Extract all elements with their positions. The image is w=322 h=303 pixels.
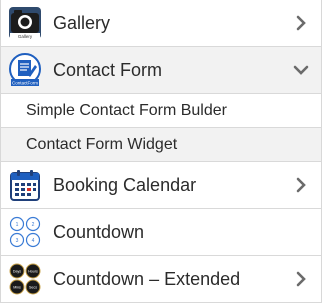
submenu-item-contact-form-widget[interactable]: Contact Form Widget [1, 128, 321, 162]
chevron-right-icon[interactable] [291, 269, 311, 289]
camera-icon: Gallery [8, 6, 42, 40]
countdown-extended-icon-unit: Mins [13, 286, 21, 290]
calendar-icon [8, 168, 42, 202]
countdown-extended-icon: Days Hours Mins Secs [8, 262, 42, 296]
menu-item-countdown-extended[interactable]: Days Hours Mins Secs Countdown – Extende… [1, 256, 321, 303]
chevron-right-icon[interactable] [291, 175, 311, 195]
menu-item-label: Contact Form [53, 59, 163, 80]
countdown-icon-digit: 2 [32, 222, 35, 228]
plugin-menu: Gallery Gallery ContactForm Contact Form [0, 0, 322, 303]
countdown-icon: 1 2 3 4 [8, 215, 42, 249]
submenu-item-label: Simple Contact Form Bulder [26, 101, 227, 119]
menu-item-booking-calendar[interactable]: Booking Calendar [1, 162, 321, 209]
menu-item-countdown[interactable]: 1 2 3 4 Countdown [1, 209, 321, 256]
menu-item-contact-form[interactable]: ContactForm Contact Form [1, 47, 321, 94]
countdown-extended-icon-unit: Secs [29, 286, 37, 290]
countdown-icon-digit: 3 [16, 238, 19, 244]
menu-item-label: Gallery [53, 12, 111, 33]
submenu-item-simple-contact-form[interactable]: Simple Contact Form Bulder [1, 94, 321, 128]
chevron-right-icon[interactable] [291, 13, 311, 33]
countdown-icon-digit: 4 [32, 238, 35, 244]
countdown-extended-icon-unit: Days [13, 270, 21, 274]
contact-icon-text: ContactForm [12, 81, 38, 86]
menu-item-label: Countdown – Extended [53, 268, 241, 289]
menu-item-label: Booking Calendar [53, 174, 197, 195]
submenu-item-label: Contact Form Widget [26, 135, 178, 153]
chevron-down-icon[interactable] [291, 60, 311, 80]
countdown-extended-icon-unit: Hours [28, 270, 38, 274]
countdown-icon-digit: 1 [16, 222, 19, 228]
menu-item-label: Countdown [53, 221, 145, 242]
menu-item-gallery[interactable]: Gallery Gallery [1, 0, 321, 47]
gallery-icon-text: Gallery [18, 34, 33, 39]
contact-form-icon: ContactForm [8, 53, 42, 87]
